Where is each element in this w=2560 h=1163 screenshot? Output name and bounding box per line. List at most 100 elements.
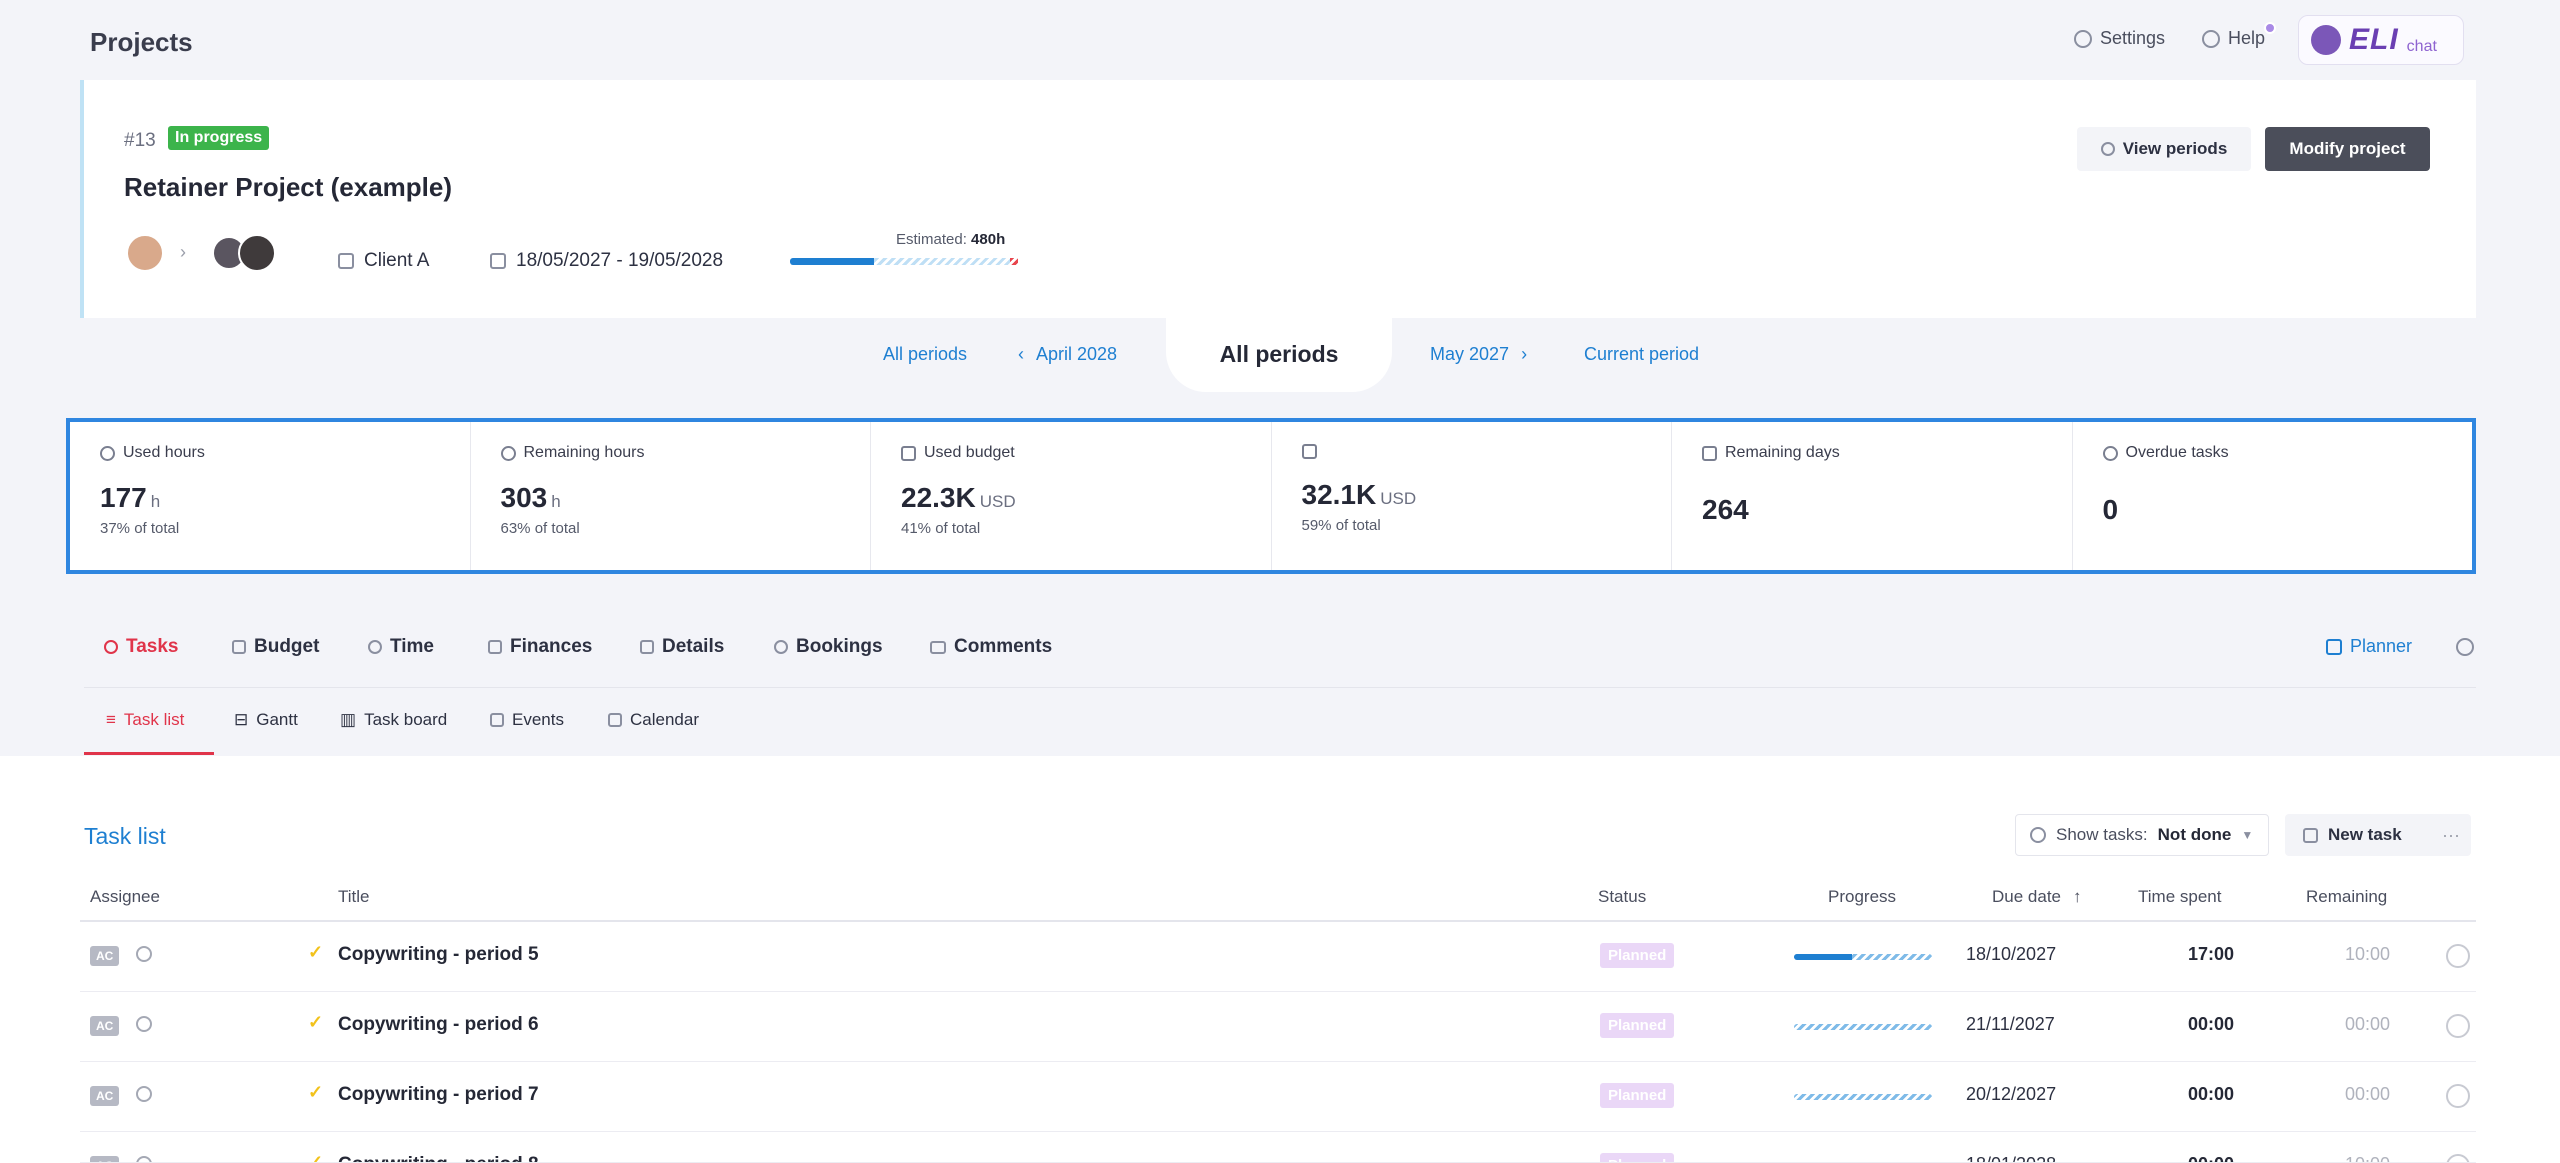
- show-tasks-label: Show tasks:: [2056, 825, 2148, 844]
- subtab-task-board[interactable]: ▥ Task board: [340, 710, 447, 730]
- subtab-task-list[interactable]: ≡ Task list: [106, 710, 184, 730]
- settings-link[interactable]: Settings: [2074, 28, 2165, 49]
- current-period-link[interactable]: Current period: [1584, 344, 1699, 365]
- complete-task-checkbox[interactable]: [2446, 1154, 2470, 1162]
- settings-label: Settings: [2100, 28, 2166, 48]
- due-date: 21/11/2027: [1966, 1014, 2055, 1034]
- complete-task-checkbox[interactable]: [2446, 944, 2470, 968]
- project-client[interactable]: Client A: [338, 250, 429, 272]
- chevron-check-icon: ✓: [308, 942, 324, 962]
- tab-comments[interactable]: Comments: [930, 636, 1052, 658]
- subtab-calendar[interactable]: Calendar: [608, 710, 699, 730]
- calendar-icon: [608, 713, 622, 727]
- planner-button[interactable]: Planner: [2326, 636, 2412, 657]
- next-period-link[interactable]: May 2027 ›: [1430, 344, 1527, 365]
- task-title[interactable]: Copywriting - period 8: [338, 1154, 539, 1162]
- tab-finances[interactable]: Finances: [488, 636, 592, 658]
- table-row[interactable]: AC ✓ Copywriting - period 5 Planned 18/1…: [80, 922, 2476, 992]
- board-icon: ▥: [340, 710, 357, 729]
- stat-unit: h: [551, 492, 561, 511]
- stat-value: 177: [100, 482, 147, 513]
- avatar-owner[interactable]: [126, 234, 164, 272]
- task-progress-bar: [1794, 954, 1932, 960]
- due-date: 20/12/2027: [1966, 1084, 2057, 1104]
- previous-period-link[interactable]: ‹ April 2028: [1018, 344, 1117, 365]
- estimated-overrun-marker: [1010, 258, 1018, 265]
- help-link[interactable]: Help: [2202, 28, 2265, 49]
- clock-icon: [368, 640, 382, 654]
- stat-value: 22.3K: [901, 482, 976, 513]
- tab-label: Details: [662, 636, 725, 657]
- column-header-status[interactable]: Status: [1598, 887, 1646, 907]
- subtab-gantt[interactable]: ⊟ Gantt: [234, 710, 298, 730]
- modify-project-button[interactable]: Modify project: [2265, 127, 2430, 171]
- person-icon: [136, 1086, 152, 1102]
- stat-value: 303: [500, 482, 548, 513]
- page-title: Projects: [90, 27, 193, 57]
- building-icon: [338, 253, 354, 269]
- tab-time[interactable]: Time: [368, 636, 434, 658]
- tab-details[interactable]: Details: [640, 636, 724, 658]
- time-remaining: 10:00: [2290, 1154, 2390, 1162]
- avatar-member[interactable]: [238, 234, 276, 272]
- check-circle-icon: [2030, 827, 2046, 843]
- stat-used-hours: Used hours 177 h 37% of total: [70, 422, 471, 570]
- project-dates: 18/05/2027 - 19/05/2028: [490, 250, 723, 272]
- table-row[interactable]: AC ✓ Copywriting - period 8 Planned 18/0…: [80, 1132, 2476, 1163]
- stat-percent: 41% of total: [901, 520, 981, 537]
- column-header-remaining[interactable]: Remaining: [2306, 887, 2387, 907]
- all-periods-tab[interactable]: All periods: [1166, 316, 1392, 392]
- column-header-assignee[interactable]: Assignee: [90, 887, 160, 907]
- task-title[interactable]: Copywriting - period 7: [338, 1084, 539, 1106]
- more-options-button[interactable]: ···: [2432, 814, 2470, 856]
- task-title[interactable]: Copywriting - period 6: [338, 1014, 539, 1036]
- stat-value: 264: [1702, 494, 1749, 525]
- assignee-badge[interactable]: AC: [90, 1086, 120, 1106]
- assignee-badge[interactable]: AC: [90, 946, 120, 966]
- person-icon: [136, 1156, 152, 1162]
- column-label: Due date: [1992, 887, 2061, 906]
- caret-down-icon: ▼: [2241, 828, 2254, 842]
- comment-icon: [930, 640, 946, 654]
- plus-icon: [2303, 827, 2318, 843]
- sort-ascending-icon: ↑: [2073, 887, 2082, 906]
- status-badge: Planned: [1600, 1153, 1675, 1162]
- task-progress-bar: [1794, 1094, 1932, 1100]
- periods-icon: [2100, 142, 2115, 156]
- all-periods-link[interactable]: All periods: [883, 344, 967, 365]
- tab-label: Tasks: [126, 636, 179, 657]
- eli-logo: ELI: [2349, 23, 2399, 56]
- time-spent: 00:00: [2187, 1084, 2234, 1104]
- column-header-due-date[interactable]: Due date ↑: [1992, 887, 2082, 907]
- gear-icon[interactable]: [2456, 638, 2474, 656]
- stat-value: 0: [2102, 494, 2119, 525]
- subtab-events[interactable]: Events: [490, 710, 564, 730]
- eli-chat-button[interactable]: ELI chat: [2298, 15, 2464, 65]
- tab-tasks[interactable]: Tasks: [104, 636, 178, 658]
- next-period-label: May 2027: [1430, 344, 1510, 364]
- estimated-progress-fill: [790, 258, 875, 265]
- complete-task-checkbox[interactable]: [2446, 1014, 2470, 1038]
- show-tasks-filter[interactable]: Show tasks: Not done ▼: [2015, 814, 2269, 856]
- chevron-check-icon: ✓: [308, 1012, 324, 1032]
- stat-label: Used budget: [924, 444, 1015, 461]
- assignee-badge[interactable]: AC: [90, 1016, 120, 1036]
- stat-used-budget: Used budget 22.3K USD 41% of total: [871, 422, 1272, 570]
- tab-label: Bookings: [796, 636, 883, 657]
- tab-bookings[interactable]: Bookings: [774, 636, 883, 658]
- column-header-time-spent[interactable]: Time spent: [2138, 887, 2221, 907]
- column-header-progress[interactable]: Progress: [1828, 887, 1896, 907]
- table-row[interactable]: AC ✓ Copywriting - period 7 Planned 20/1…: [80, 1062, 2476, 1132]
- stat-unit: h: [150, 492, 161, 511]
- table-row[interactable]: AC ✓ Copywriting - period 6 Planned 21/1…: [80, 992, 2476, 1062]
- view-periods-button[interactable]: View periods: [2077, 127, 2251, 171]
- tab-budget[interactable]: Budget: [232, 636, 319, 658]
- stat-remaining-hours: Remaining hours 303 h 63% of total: [471, 422, 871, 570]
- task-title[interactable]: Copywriting - period 5: [338, 944, 539, 966]
- time-spent: 17:00: [2187, 944, 2234, 964]
- status-badge: In progress: [168, 126, 270, 150]
- person-icon: [136, 1016, 152, 1032]
- column-header-title[interactable]: Title: [338, 887, 370, 907]
- complete-task-checkbox[interactable]: [2446, 1084, 2470, 1108]
- assignee-badge[interactable]: AC: [90, 1156, 120, 1162]
